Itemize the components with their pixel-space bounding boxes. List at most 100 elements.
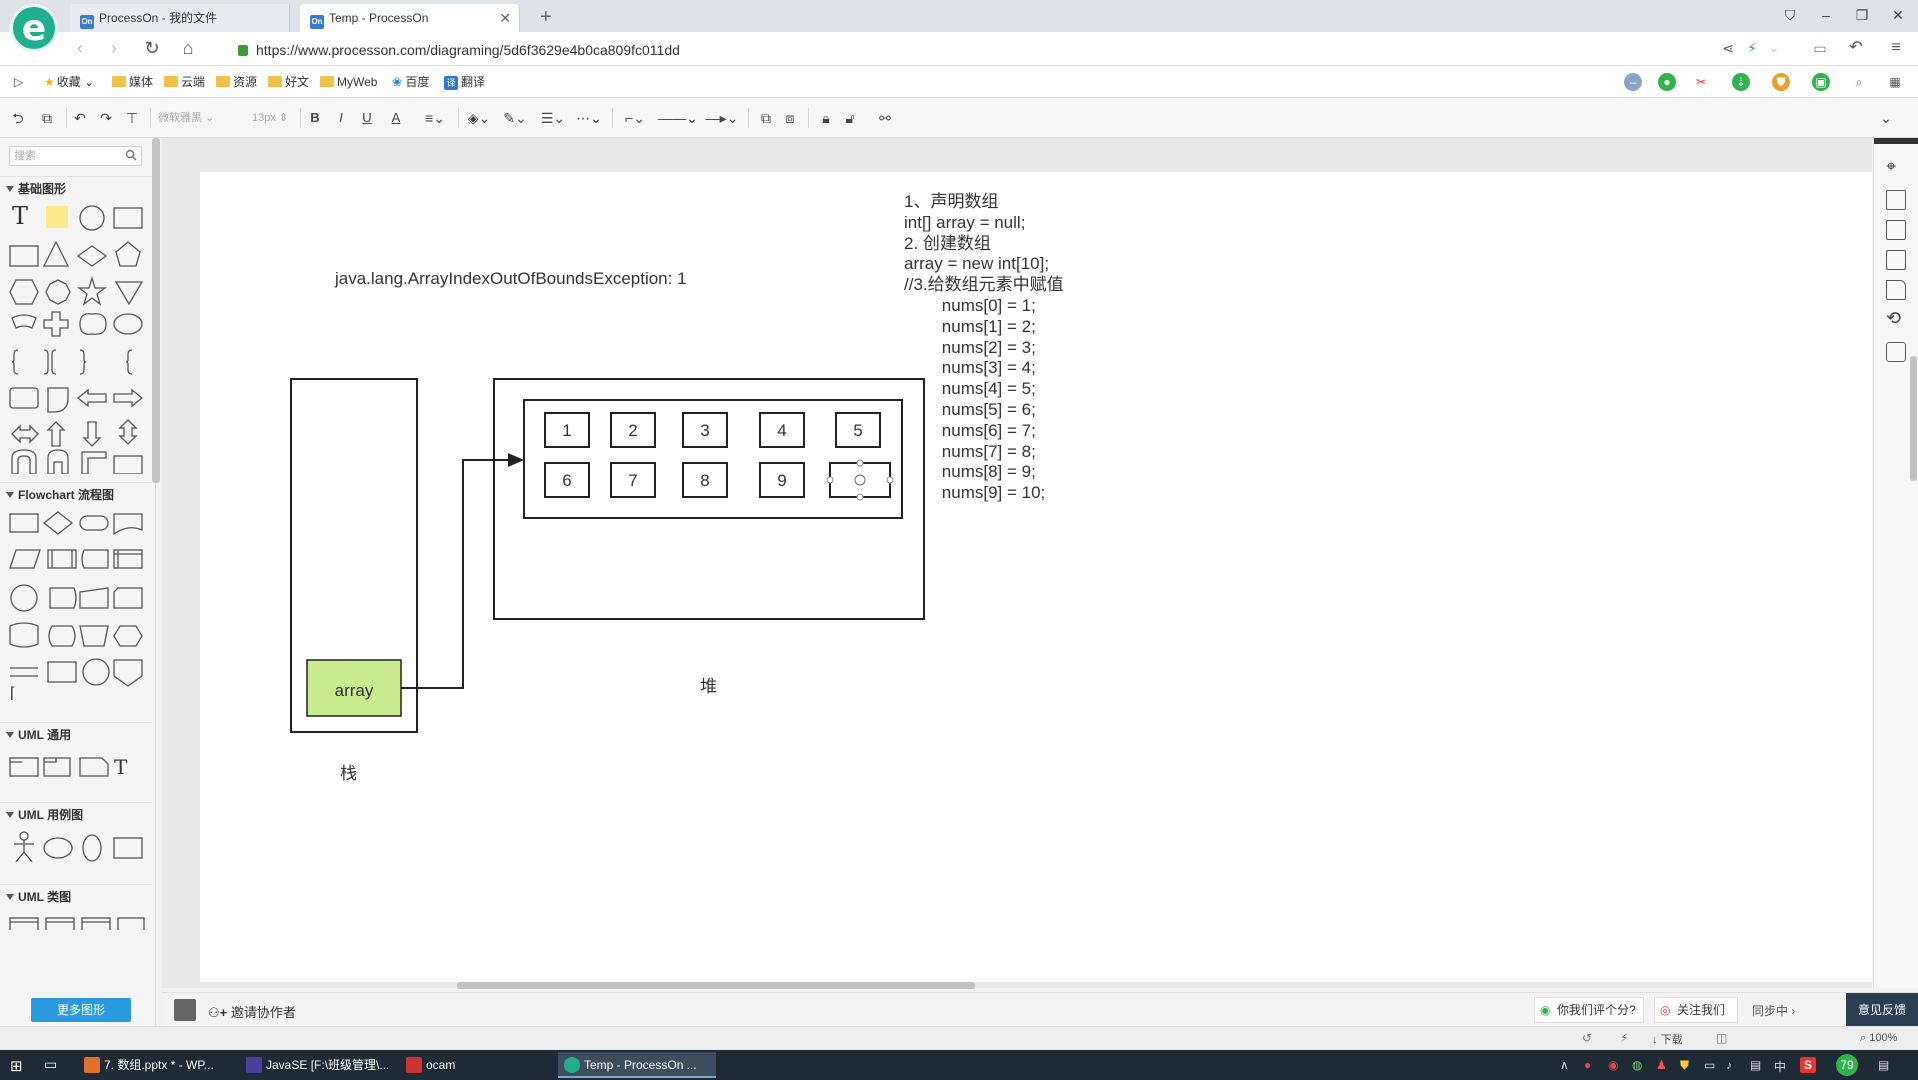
bookmark-media[interactable]: 媒体 — [112, 74, 153, 90]
connector-type-icon[interactable]: ⌐⌄ — [620, 108, 650, 128]
tab-temp-processon[interactable]: On Temp - ProcessOn ✕ — [300, 4, 520, 32]
bookmark-cloud[interactable]: 云端 — [164, 74, 205, 90]
battery-icon[interactable]: ▭ — [1808, 37, 1832, 59]
underline-button[interactable]: U — [358, 108, 376, 128]
fill-color-icon[interactable]: ◈⌄ — [464, 108, 494, 128]
start-arrow-icon[interactable]: ——⌄ — [658, 108, 698, 128]
taskbar-item-processon[interactable]: Temp - ProcessOn ... — [558, 1052, 716, 1078]
tray-app-icon[interactable]: ● — [1584, 1058, 1591, 1072]
download-status[interactable]: ↓ 下载 — [1652, 1031, 1683, 1047]
refresh-icon[interactable]: ↻ — [140, 37, 164, 59]
bring-front-icon[interactable]: ⧉ — [756, 108, 776, 128]
invite-collaborator-button[interactable]: ⚇+ 邀请协作者 — [208, 1002, 296, 1021]
close-tab-icon[interactable]: ✕ — [499, 4, 511, 32]
more-shapes-button[interactable]: 更多图形 — [31, 998, 131, 1022]
tray-security-icon[interactable]: ◉ — [1608, 1058, 1618, 1072]
uml-general-shapes-grid[interactable]: T — [8, 750, 148, 780]
search-tool-icon[interactable]: ⌕ — [1850, 73, 1868, 91]
section-uml-usecase[interactable]: UML 用例图 — [0, 802, 152, 826]
network-icon[interactable]: ▭ — [1704, 1058, 1715, 1072]
taskbar-item-javase[interactable]: JavaSE [F:\班级管理\... — [240, 1052, 392, 1078]
document-icon[interactable] — [1886, 280, 1906, 300]
comment-icon[interactable] — [1886, 342, 1906, 362]
shield-icon[interactable]: ● — [1658, 73, 1676, 91]
bookmark-articles[interactable]: 好文 — [268, 74, 309, 90]
send-back-icon[interactable]: ⧈ — [780, 108, 800, 128]
menu-icon[interactable]: ≡ — [1884, 37, 1908, 59]
chevron-down-icon[interactable]: ⌄ — [1762, 37, 1786, 59]
section-flowchart[interactable]: Flowchart 流程图 — [0, 482, 152, 506]
bold-button[interactable]: B — [306, 108, 324, 128]
format-panel-icon[interactable] — [1886, 190, 1906, 210]
bookmark-myweb[interactable]: MyWeb — [320, 74, 377, 90]
home-icon[interactable]: ⌂ — [176, 37, 200, 59]
bookmark-resources[interactable]: 资源 — [216, 74, 257, 90]
game-icon[interactable]: ▣ — [1812, 73, 1830, 91]
bookmark-baidu[interactable]: ❀ 百度 — [392, 74, 429, 90]
taskbar-item-wps[interactable]: 7. 数组.pptx * - WP... — [78, 1052, 236, 1078]
rate-us-button[interactable]: ◉ 你我们评个分? — [1534, 997, 1644, 1023]
history-icon[interactable]: ⟲ — [1886, 308, 1901, 329]
speed-icon[interactable]: ⚡ — [1620, 1031, 1628, 1045]
close-window-button[interactable]: ✕ — [1884, 4, 1912, 26]
uml-usecase-shapes-grid[interactable] — [8, 830, 148, 866]
keyboard-icon[interactable]: ▤ — [1750, 1058, 1761, 1072]
url-field[interactable]: https://www.processon.com/diagraming/5d6… — [238, 39, 1678, 61]
basic-shapes-grid[interactable]: T — [8, 202, 148, 474]
unlock-icon[interactable]: 🔓︎ — [840, 108, 860, 128]
lock-icon[interactable]: 🔒︎ — [816, 108, 836, 128]
flowchart-shapes-grid[interactable]: [ — [8, 510, 148, 700]
share-icon[interactable]: ⋖ — [1716, 37, 1740, 59]
zoom-out-icon[interactable]: – — [1624, 73, 1642, 91]
stack-label[interactable]: 栈 — [340, 763, 357, 784]
code-annotation[interactable]: 1、声明数组 int[] array = null; 2. 创建数组 array… — [904, 192, 1064, 504]
tray-chevron-icon[interactable]: ∧ — [1560, 1058, 1569, 1072]
bookmark-favorites[interactable]: ★ 收藏 ⌄ — [44, 74, 94, 90]
section-uml-general[interactable]: UML 通用 — [0, 722, 152, 746]
sidebar-toggle-icon[interactable]: ▷ — [14, 74, 23, 90]
lightning-icon[interactable]: ⚡ — [1740, 37, 1764, 59]
array-variable-label[interactable]: array — [307, 680, 401, 701]
exception-text[interactable]: java.lang.ArrayIndexOutOfBoundsException… — [335, 268, 687, 289]
apps-grid-icon[interactable]: ▦ — [1886, 73, 1904, 91]
feedback-button[interactable]: 意见反馈 — [1846, 993, 1918, 1027]
heap-label[interactable]: 堆 — [700, 676, 717, 697]
back-arrow-icon[interactable]: ⮌ — [8, 108, 28, 128]
navigator-icon[interactable]: ⌖ — [1886, 156, 1896, 177]
search-icon[interactable] — [125, 149, 137, 161]
copy-style-icon[interactable]: ⧉ — [36, 108, 58, 128]
section-uml-class[interactable]: UML 类图 — [0, 884, 152, 908]
format-painter-icon[interactable]: ⊤ — [122, 108, 142, 128]
follow-us-button[interactable]: ◎ 关注我们 — [1654, 997, 1738, 1023]
undo-icon[interactable]: ↶ — [1844, 37, 1868, 59]
canvas-vertical-scrollbar[interactable] — [1910, 356, 1917, 481]
restore-button[interactable]: ❐ — [1848, 4, 1876, 26]
new-tab-button[interactable]: + — [540, 4, 552, 30]
avatar[interactable] — [174, 999, 196, 1021]
collapse-chevron-icon[interactable]: ⌄ — [1876, 108, 1896, 128]
download-tool-icon[interactable]: ⇣ — [1732, 73, 1750, 91]
taskbar-item-ocam[interactable]: ocam — [400, 1052, 552, 1078]
section-basic-shapes[interactable]: 基础图形 — [0, 176, 152, 200]
end-arrow-icon[interactable]: —▸⌄ — [702, 108, 742, 128]
italic-button[interactable]: I — [332, 108, 350, 128]
cut-icon[interactable]: ✂ — [1692, 73, 1710, 91]
font-family-select[interactable]: 微软雅黑 ⌄ — [158, 108, 234, 128]
undo-icon[interactable]: ↶ — [70, 108, 90, 128]
skin-icon[interactable]: ⛉ — [1776, 4, 1804, 26]
windows-start-icon[interactable]: ⊞ — [10, 1057, 23, 1075]
link-icon[interactable]: ⚯ — [874, 108, 896, 128]
security-icon[interactable]: ⛊ — [1772, 73, 1790, 91]
shape-search-input[interactable]: 搜索 — [9, 146, 142, 166]
font-color-button[interactable]: A — [384, 108, 408, 128]
browser-logo[interactable]: e — [10, 4, 58, 52]
notification-icon[interactable]: ▤ — [1878, 1058, 1889, 1072]
redo-icon[interactable]: ↷ — [96, 108, 116, 128]
line-color-icon[interactable]: ✎⌄ — [500, 108, 530, 128]
image-panel-icon[interactable] — [1886, 220, 1906, 240]
volume-icon[interactable]: ♪ — [1726, 1058, 1732, 1072]
tray-shield-icon[interactable]: ⛊ — [1680, 1058, 1689, 1073]
line-width-icon[interactable]: ☰⌄ — [538, 108, 568, 128]
back-icon[interactable]: ‹ — [68, 37, 92, 59]
system-score-badge[interactable]: 79 — [1836, 1054, 1858, 1076]
